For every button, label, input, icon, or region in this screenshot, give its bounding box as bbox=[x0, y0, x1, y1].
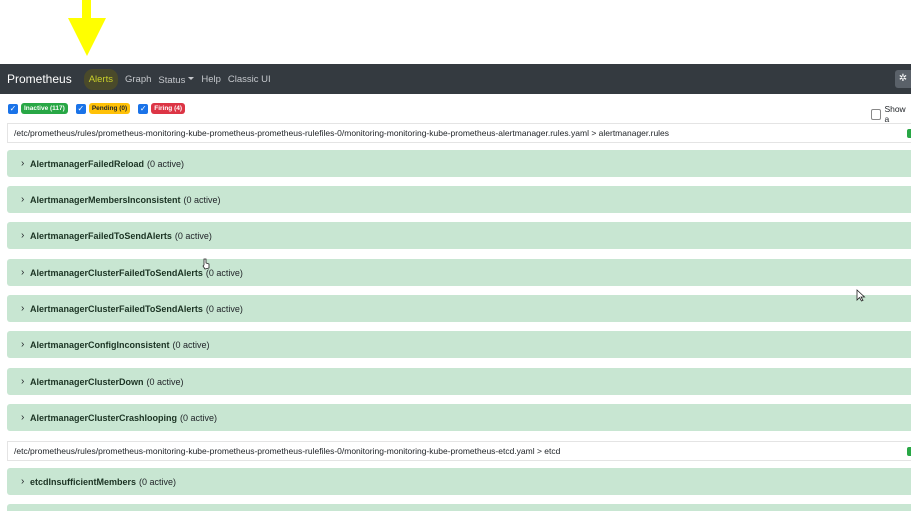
brand-logo[interactable]: Prometheus bbox=[7, 72, 72, 86]
rule-name: AlertmanagerFailedReload bbox=[30, 158, 145, 169]
rule-group-path: /etc/prometheus/rules/prometheus-monitor… bbox=[14, 446, 561, 456]
rule-active-count: (0 active) bbox=[139, 476, 177, 487]
group-status-indicator bbox=[907, 447, 911, 456]
rule-row[interactable]: › AlertmanagerClusterFailedToSendAlerts … bbox=[7, 295, 911, 322]
rule-name: AlertmanagerMembersInconsistent bbox=[30, 194, 181, 205]
rule-row[interactable]: › AlertmanagerClusterCrashlooping (0 act… bbox=[7, 404, 911, 431]
filter-pending[interactable]: ✓ Pending (0) bbox=[75, 103, 131, 114]
group-status-indicator bbox=[907, 129, 911, 138]
checkbox-pending[interactable]: ✓ bbox=[75, 103, 86, 114]
chevron-right-icon: › bbox=[21, 412, 25, 423]
firing-badge: Firing (4) bbox=[151, 103, 186, 114]
rule-name: AlertmanagerConfigInconsistent bbox=[30, 339, 170, 350]
nav-status-label: Status bbox=[158, 75, 186, 86]
inactive-badge: Inactive (117) bbox=[21, 103, 68, 114]
rule-row[interactable]: › AlertmanagerClusterDown (0 active) bbox=[7, 368, 911, 395]
show-annotations-label: Show a bbox=[884, 104, 906, 124]
filter-inactive[interactable]: ✓ Inactive (117) bbox=[8, 103, 68, 114]
chevron-right-icon: › bbox=[21, 194, 25, 205]
rule-active-count: (0 active) bbox=[205, 303, 243, 314]
pending-badge: Pending (0) bbox=[88, 103, 131, 114]
rule-name: etcdInsufficientMembers bbox=[30, 476, 137, 487]
checkbox-inactive[interactable]: ✓ bbox=[8, 103, 18, 114]
rule-row[interactable]: › etcdInsufficientMembers (0 active) bbox=[7, 468, 911, 495]
rule-name: AlertmanagerClusterFailedToSendAlerts bbox=[30, 267, 203, 278]
rule-active-count: (0 active) bbox=[174, 230, 212, 241]
rule-active-count: (0 active) bbox=[180, 412, 218, 423]
rule-name: AlertmanagerClusterFailedToSendAlerts bbox=[30, 303, 203, 314]
show-annotations-toggle[interactable]: Show a bbox=[871, 104, 911, 124]
theme-toggle-button[interactable]: ✲ bbox=[895, 70, 911, 88]
rule-group-header: /etc/prometheus/rules/prometheus-monitor… bbox=[7, 441, 911, 461]
rule-active-count: (0 active) bbox=[205, 267, 243, 278]
rule-name: AlertmanagerFailedToSendAlerts bbox=[30, 230, 172, 241]
rule-active-count: (0 active) bbox=[146, 376, 184, 387]
rule-row[interactable]: › AlertmanagerConfigInconsistent (0 acti… bbox=[7, 331, 911, 358]
annotation-arrow bbox=[68, 0, 106, 56]
nav-status[interactable]: Status bbox=[158, 70, 195, 88]
rule-name: AlertmanagerClusterCrashlooping bbox=[30, 412, 178, 423]
chevron-right-icon: › bbox=[21, 376, 25, 387]
caret-down-icon bbox=[188, 77, 195, 81]
rule-active-count: (0 active) bbox=[147, 158, 185, 169]
hand-cursor-icon bbox=[202, 258, 210, 270]
rule-active-count: (0 active) bbox=[183, 194, 221, 205]
chevron-right-icon: › bbox=[21, 476, 25, 487]
filter-firing[interactable]: ✓ Firing (4) bbox=[138, 103, 186, 114]
gear-icon: ✲ bbox=[898, 73, 908, 84]
chevron-right-icon: › bbox=[21, 230, 25, 241]
nav-alerts[interactable]: Alerts bbox=[83, 68, 118, 90]
rule-row[interactable]: › AlertmanagerFailedToSendAlerts (0 acti… bbox=[7, 222, 911, 249]
nav-classic-ui[interactable]: Classic UI bbox=[228, 74, 271, 85]
rule-group-path: /etc/prometheus/rules/prometheus-monitor… bbox=[14, 128, 670, 138]
chevron-right-icon: › bbox=[21, 158, 25, 169]
rule-group-header: /etc/prometheus/rules/prometheus-monitor… bbox=[7, 123, 911, 143]
rule-active-count: (0 active) bbox=[172, 339, 210, 350]
chevron-right-icon: › bbox=[21, 303, 25, 314]
chevron-right-icon: › bbox=[21, 267, 25, 278]
rule-row[interactable]: › AlertmanagerFailedReload (0 active) bbox=[7, 150, 911, 177]
rule-row[interactable]: › AlertmanagerClusterFailedToSendAlerts … bbox=[7, 259, 911, 286]
rule-row[interactable]: › AlertmanagerMembersInconsistent (0 act… bbox=[7, 186, 911, 213]
rule-name: AlertmanagerClusterDown bbox=[30, 376, 144, 387]
nav-graph[interactable]: Graph bbox=[125, 74, 151, 85]
nav-help[interactable]: Help bbox=[201, 74, 221, 85]
checkbox-firing[interactable]: ✓ bbox=[138, 103, 149, 114]
arrow-cursor-icon bbox=[856, 289, 866, 302]
chevron-right-icon: › bbox=[21, 339, 25, 350]
state-filters: ✓ Inactive (117) ✓ Pending (0) ✓ Firing … bbox=[8, 103, 193, 114]
show-annotations-checkbox[interactable] bbox=[871, 108, 882, 120]
navbar: Prometheus Alerts Graph Status Help Clas… bbox=[0, 64, 911, 94]
rule-row-partial[interactable] bbox=[7, 504, 911, 511]
